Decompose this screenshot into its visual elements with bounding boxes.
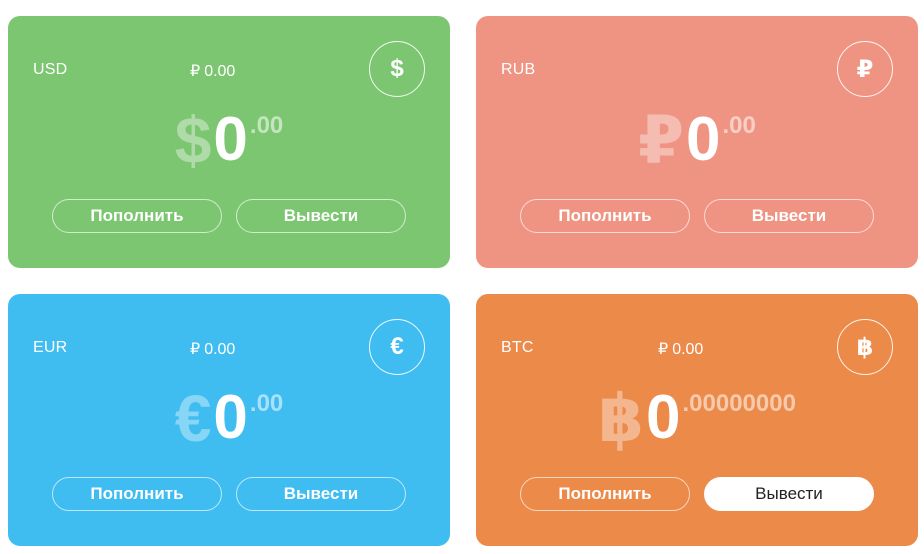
dollar-icon[interactable]: $ — [369, 41, 425, 97]
deposit-button[interactable]: Пополнить — [52, 199, 222, 233]
balance: $ 0 .00 — [8, 104, 450, 176]
rub-rate: ₽0.00 — [658, 339, 703, 359]
rate-value: 0.00 — [204, 63, 236, 80]
ruble-sign: ₽ — [190, 63, 201, 80]
wallet-card-eur: EUR ₽0.00 € € 0 .00 Пополнить Вывести — [8, 294, 450, 546]
balance-integer: 0 — [213, 383, 248, 452]
rate-value: 0.00 — [672, 341, 704, 358]
balance-decimals: .00000000 — [682, 390, 796, 417]
balance-decimals: .00 — [249, 390, 284, 417]
balance-decimals: .00 — [722, 112, 756, 139]
balance-integer: 0 — [686, 105, 721, 174]
withdraw-button[interactable]: Вывести — [704, 477, 874, 511]
balance-decimals: .00 — [249, 112, 284, 139]
deposit-button[interactable]: Пополнить — [520, 477, 690, 511]
withdraw-button[interactable]: Вывести — [704, 199, 874, 233]
wallet-card-btc: BTC ₽0.00 ฿ ฿ 0 .00000000 Пополнить Выве… — [476, 294, 918, 546]
rub-rate: ₽0.00 — [190, 61, 235, 81]
rate-value: 0.00 — [204, 341, 236, 358]
currency-code: USD — [33, 61, 68, 78]
deposit-button[interactable]: Пополнить — [52, 477, 222, 511]
ruble-sign: ₽ — [190, 341, 201, 358]
balance: € 0 .00 — [8, 382, 450, 454]
balance: ฿ 0 .00000000 — [476, 382, 918, 454]
withdraw-button[interactable]: Вывести — [236, 477, 406, 511]
currency-code: EUR — [33, 339, 68, 356]
withdraw-button[interactable]: Вывести — [236, 199, 406, 233]
balance: ₽ 0 .00 — [476, 104, 918, 176]
wallet-card-rub: RUB ₽ ₽ 0 .00 Пополнить Вывести — [476, 16, 918, 268]
balance-integer: 0 — [646, 383, 681, 452]
balance-currency-symbol: ₽ — [638, 103, 685, 177]
ruble-sign: ₽ — [658, 341, 669, 358]
bitcoin-icon[interactable]: ฿ — [837, 319, 893, 375]
balance-currency-symbol: $ — [174, 103, 212, 177]
balance-integer: 0 — [213, 105, 248, 174]
deposit-button[interactable]: Пополнить — [520, 199, 690, 233]
rub-rate: ₽0.00 — [190, 339, 235, 359]
euro-icon[interactable]: € — [369, 319, 425, 375]
currency-code: RUB — [501, 61, 536, 78]
balance-currency-symbol: ฿ — [598, 381, 644, 455]
ruble-icon[interactable]: ₽ — [837, 41, 893, 97]
currency-code: BTC — [501, 339, 534, 356]
wallet-card-usd: USD ₽0.00 $ $ 0 .00 Пополнить Вывести — [8, 16, 450, 268]
balance-currency-symbol: € — [174, 381, 212, 455]
